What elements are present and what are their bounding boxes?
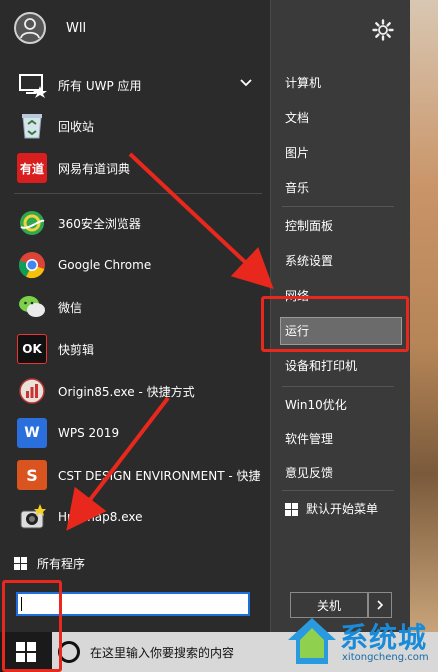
watermark: 系统城 xitongcheng.com bbox=[284, 612, 438, 672]
annotation-arrows bbox=[66, 152, 274, 531]
watermark-title: 系统城 bbox=[340, 621, 428, 654]
annotation-arrow-to-search bbox=[66, 396, 170, 531]
watermark-url: xitongcheng.com bbox=[342, 652, 429, 663]
annotation-arrow-to-run bbox=[128, 152, 274, 289]
watermark-house-icon bbox=[288, 618, 336, 664]
